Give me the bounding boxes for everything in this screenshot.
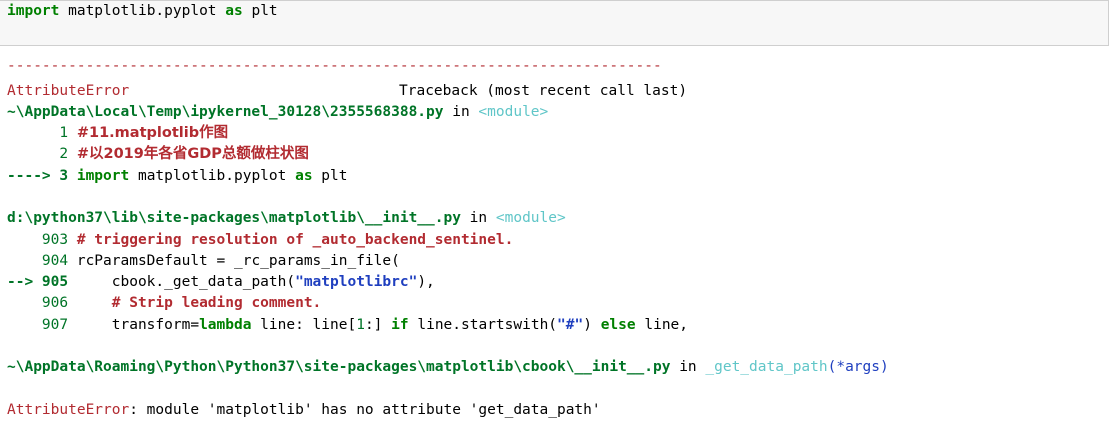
frame2-line906: 906 # Strip leading comment.: [7, 294, 321, 312]
line-code: line,: [635, 317, 689, 333]
frame3-path: ~\AppData\Roaming\Python\Python37\site-p…: [7, 359, 671, 375]
frame2-location: d:\python37\lib\site-packages\matplotlib…: [7, 209, 566, 227]
code-input-cell[interactable]: import matplotlib.pyplot as plt: [0, 0, 1109, 46]
frame2-func: <module>: [495, 210, 566, 226]
line-number: 1: [7, 125, 77, 141]
line-comment: # triggering resolution of _auto_backend…: [76, 232, 514, 248]
frame2-line904: 904 rcParamsDefault = _rc_params_in_file…: [7, 252, 400, 270]
line-number: 904: [7, 253, 77, 269]
module-name: matplotlib.pyplot: [59, 3, 226, 19]
line-code: ),: [417, 274, 435, 290]
input-code-line: import matplotlib.pyplot as plt: [7, 2, 278, 20]
frame3-args: (*args): [827, 359, 889, 375]
keyword-import: import: [7, 3, 60, 19]
keyword-import: import: [76, 168, 130, 184]
frame2-line905: --> 905 cbook._get_data_path("matplotlib…: [7, 273, 435, 291]
keyword-else: else: [600, 317, 636, 333]
module-name: matplotlib.pyplot: [129, 168, 296, 184]
error-arrow: ----> 3: [7, 168, 77, 184]
line-number: 907: [7, 317, 77, 333]
line-comment: #11.matplotlib作图: [76, 125, 229, 141]
keyword-as: as: [295, 168, 313, 184]
line-number: 2: [7, 146, 77, 162]
frame1-func: <module>: [478, 104, 549, 120]
line-code: line.startswith(: [408, 317, 558, 333]
line-comment: #以2019年各省GDP总额做柱状图: [76, 146, 309, 162]
keyword-as: as: [225, 3, 243, 19]
frame1-line1: 1 #11.matplotlib作图: [7, 124, 228, 142]
frame2-line903: 903 # triggering resolution of _auto_bac…: [7, 231, 513, 249]
final-error-message: : module 'matplotlib' has no attribute '…: [129, 402, 601, 418]
frame2-in: in: [460, 210, 496, 226]
alias-name: plt: [312, 168, 348, 184]
traceback-header-right: Traceback (most recent call last): [399, 83, 688, 99]
frame1-line3: ----> 3 import matplotlib.pyplot as plt: [7, 167, 348, 185]
line-code: transform=: [76, 317, 200, 333]
final-error-line: AttributeError: module 'matplotlib' has …: [7, 401, 601, 419]
line-code: rcParamsDefault = _rc_params_in_file(: [76, 253, 400, 269]
string-literal: "#": [557, 317, 584, 333]
error-name: AttributeError: [7, 83, 130, 99]
error-arrow: --> 905: [7, 274, 77, 290]
frame3-location: ~\AppData\Roaming\Python\Python37\site-p…: [7, 358, 889, 376]
line-number: 906: [7, 295, 77, 311]
frame1-location: ~\AppData\Local\Temp\ipykernel_30128\235…: [7, 103, 548, 121]
line-code: cbook._get_data_path(: [76, 274, 296, 290]
keyword-if: if: [391, 317, 409, 333]
line-code: :]: [364, 317, 392, 333]
frame3-func: _get_data_path: [705, 359, 828, 375]
final-error-name: AttributeError: [7, 402, 130, 418]
line-code: ): [583, 317, 601, 333]
frame1-in: in: [443, 104, 479, 120]
keyword-lambda: lambda: [199, 317, 252, 333]
alias-name: plt: [242, 3, 278, 19]
traceback-header: AttributeError Traceback (most recent cal…: [7, 82, 687, 100]
frame1-line2: 2 #以2019年各省GDP总额做柱状图: [7, 145, 309, 163]
line-code: line: line[: [251, 317, 357, 333]
frame2-line907: 907 transform=lambda line: line[1:] if l…: [7, 316, 688, 334]
traceback-separator: ----------------------------------------…: [7, 58, 662, 74]
number-literal: 1: [356, 317, 365, 333]
string-literal: "matplotlibrc": [295, 274, 418, 290]
frame2-path: d:\python37\lib\site-packages\matplotlib…: [7, 210, 461, 226]
line-comment: # Strip leading comment.: [111, 295, 322, 311]
frame3-in: in: [670, 359, 706, 375]
line-number: 903: [7, 232, 77, 248]
frame1-path: ~\AppData\Local\Temp\ipykernel_30128\235…: [7, 104, 444, 120]
